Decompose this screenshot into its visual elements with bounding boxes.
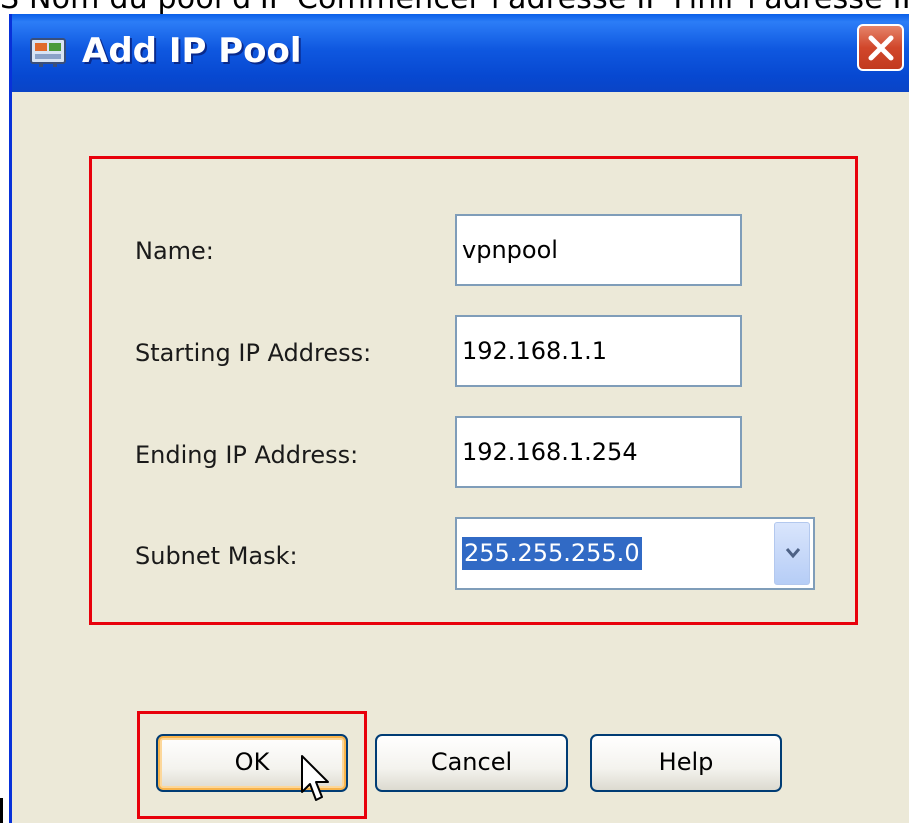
starting-ip-label: Starting IP Address: bbox=[135, 339, 372, 367]
name-input[interactable]: vpnpool bbox=[455, 214, 742, 286]
subnet-mask-select[interactable]: 255.255.255.0 bbox=[455, 517, 815, 590]
help-button[interactable]: Help bbox=[590, 734, 782, 792]
ending-ip-input[interactable]: 192.168.1.254 bbox=[455, 416, 742, 488]
ending-ip-label: Ending IP Address: bbox=[135, 441, 359, 469]
title-bar[interactable]: Add IP Pool bbox=[12, 14, 909, 92]
chevron-down-icon bbox=[785, 548, 801, 559]
mouse-pointer-icon bbox=[301, 755, 329, 801]
subnet-mask-dropdown-button[interactable] bbox=[774, 522, 810, 585]
close-button[interactable] bbox=[857, 24, 904, 71]
add-ip-pool-dialog: Add IP Pool Name: vpnpool Starting IP Ad… bbox=[9, 14, 909, 823]
network-card-icon bbox=[29, 35, 69, 68]
cancel-button[interactable]: Cancel bbox=[375, 734, 568, 792]
background-caption-text: S Nom du pool d'IP Commencer l'adresse I… bbox=[0, 0, 909, 14]
name-label: Name: bbox=[135, 237, 214, 265]
edge-mark bbox=[0, 798, 3, 823]
close-x-icon bbox=[868, 35, 894, 61]
dialog-title: Add IP Pool bbox=[82, 31, 302, 71]
subnet-mask-label: Subnet Mask: bbox=[135, 542, 298, 570]
background-caption: S Nom du pool d'IP Commencer l'adresse I… bbox=[0, 0, 909, 14]
subnet-mask-value: 255.255.255.0 bbox=[462, 537, 642, 570]
starting-ip-input[interactable]: 192.168.1.1 bbox=[455, 315, 742, 387]
